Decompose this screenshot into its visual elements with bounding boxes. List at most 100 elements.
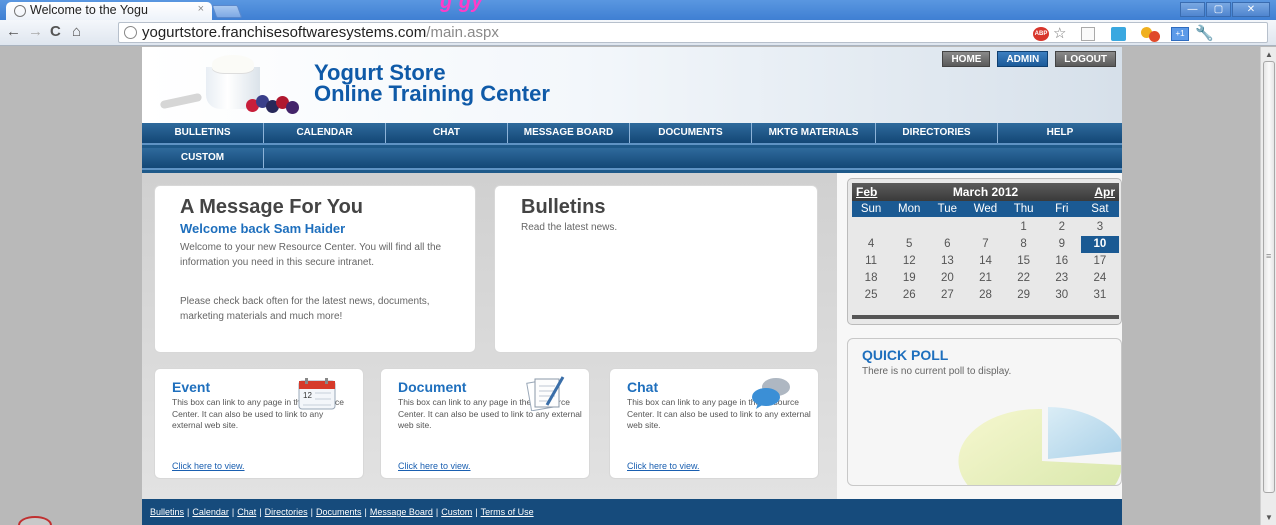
address-bar[interactable]: yogurtstore.franchisesoftwaresystems.com… xyxy=(118,22,1268,43)
calendar-day[interactable]: 4 xyxy=(852,236,890,253)
calendar-day[interactable]: 8 xyxy=(1005,236,1043,253)
weekday-label: Mon xyxy=(898,203,921,215)
calendar-day[interactable]: 7 xyxy=(966,236,1004,253)
footer-link[interactable]: Terms of Use xyxy=(481,507,534,517)
calendar-day[interactable]: 14 xyxy=(966,253,1004,270)
calendar-day[interactable]: 18 xyxy=(852,270,890,287)
calendar-day[interactable]: 15 xyxy=(1005,253,1043,270)
calendar-grid: 1 2 3 4 5 6 7 8 9 10 11 12 13 14 15 16 17 18 19 20 21 22 23 24 2… xyxy=(852,219,1119,304)
calendar-day[interactable]: 1 xyxy=(1005,219,1043,236)
document-title[interactable]: Document xyxy=(398,379,466,395)
calendar-day[interactable]: 13 xyxy=(928,253,966,270)
nav-chat[interactable]: CHAT xyxy=(386,123,508,143)
footer-link[interactable]: Calendar xyxy=(192,507,229,517)
nav-mktg-materials[interactable]: MKTG MATERIALS xyxy=(752,123,876,143)
footer-link[interactable]: Documents xyxy=(316,507,362,517)
browser-tab[interactable]: Welcome to the Yogu × xyxy=(6,2,212,20)
calendar-day[interactable]: 17 xyxy=(1081,253,1119,270)
logout-link[interactable]: LOGOUT xyxy=(1055,51,1116,67)
maximize-button[interactable]: ▢ xyxy=(1206,2,1231,17)
extension-chat-icon[interactable] xyxy=(1111,27,1126,41)
document-box[interactable]: Document This box can link to any page i… xyxy=(380,368,590,479)
calendar-empty-cell xyxy=(928,219,966,236)
footer-link[interactable]: Custom xyxy=(441,507,472,517)
calendar-day[interactable]: 9 xyxy=(1043,236,1081,253)
event-title[interactable]: Event xyxy=(172,379,210,395)
footer-link[interactable]: Chat xyxy=(237,507,256,517)
nav-bulletins[interactable]: BULLETINS xyxy=(142,123,264,143)
document-link[interactable]: Click here to view. xyxy=(398,461,471,471)
page-scrollbar[interactable]: ▲ ≡ ▼ xyxy=(1260,47,1276,525)
calendar-day[interactable]: 22 xyxy=(1005,270,1043,287)
calendar-day[interactable]: 16 xyxy=(1043,253,1081,270)
calendar-day[interactable]: 11 xyxy=(852,253,890,270)
event-link[interactable]: Click here to view. xyxy=(172,461,245,471)
nav-calendar[interactable]: CALENDAR xyxy=(264,123,386,143)
chat-link[interactable]: Click here to view. xyxy=(627,461,700,471)
home-icon[interactable]: ⌂ xyxy=(72,23,81,40)
calendar-footer-bar xyxy=(852,315,1119,319)
extension-blank-icon[interactable] xyxy=(1081,27,1095,41)
poll-title: QUICK POLL xyxy=(862,347,949,363)
main-nav: BULLETINS CALENDAR CHAT MESSAGE BOARD DO… xyxy=(142,123,1122,173)
page-info-icon[interactable] xyxy=(124,26,137,39)
footer-separator: | xyxy=(475,507,478,517)
footer-link[interactable]: Message Board xyxy=(370,507,433,517)
calendar-day[interactable]: 10 xyxy=(1080,236,1119,253)
nav-documents[interactable]: DOCUMENTS xyxy=(630,123,752,143)
forward-arrow-icon[interactable]: → xyxy=(28,23,43,40)
calendar-day[interactable]: 23 xyxy=(1043,270,1081,287)
minimize-button[interactable]: — xyxy=(1180,2,1205,17)
calendar-day[interactable]: 21 xyxy=(966,270,1004,287)
calendar-day[interactable]: 31 xyxy=(1081,287,1119,304)
scrollbar-thumb[interactable] xyxy=(1263,61,1275,493)
calendar-day[interactable]: 30 xyxy=(1043,287,1081,304)
calendar-day[interactable]: 6 xyxy=(928,236,966,253)
footer-separator: | xyxy=(435,507,439,517)
extension-plus-icon[interactable]: +1 xyxy=(1171,27,1189,41)
calendar-day[interactable]: 3 xyxy=(1081,219,1119,236)
calendar-day[interactable]: 24 xyxy=(1081,270,1119,287)
chat-box[interactable]: Chat This box can link to any page in th… xyxy=(609,368,819,479)
calendar-day[interactable]: 5 xyxy=(890,236,928,253)
scroll-up-arrow-icon[interactable]: ▲ xyxy=(1265,50,1273,59)
calendar-day[interactable]: 20 xyxy=(928,270,966,287)
bulletins-heading[interactable]: Bulletins xyxy=(521,196,605,219)
nav-directories[interactable]: DIRECTORIES xyxy=(876,123,998,143)
calendar-day[interactable]: 25 xyxy=(852,287,890,304)
adblock-icon[interactable]: ABP xyxy=(1033,27,1049,41)
calendar-day[interactable]: 26 xyxy=(890,287,928,304)
wrench-menu-icon[interactable]: 🔧 xyxy=(1195,24,1214,42)
event-box[interactable]: Event This box can link to any page in t… xyxy=(154,368,364,479)
extension-coins-icon[interactable] xyxy=(1141,27,1163,42)
calendar-day[interactable]: 19 xyxy=(890,270,928,287)
footer-separator: | xyxy=(259,507,262,517)
nav-custom[interactable]: CUSTOM xyxy=(142,148,264,168)
calendar-day[interactable]: 12 xyxy=(890,253,928,270)
url-text[interactable]: yogurtstore.franchisesoftwaresystems.com… xyxy=(142,24,499,41)
close-window-button[interactable]: ✕ xyxy=(1232,2,1270,17)
calendar-day[interactable]: 29 xyxy=(1005,287,1043,304)
nav-message-board[interactable]: MESSAGE BOARD xyxy=(508,123,630,143)
calendar-day[interactable]: 2 xyxy=(1043,219,1081,236)
bulletins-text: Read the latest news. xyxy=(521,222,618,233)
tab-close-icon[interactable]: × xyxy=(198,3,204,15)
chat-title[interactable]: Chat xyxy=(627,379,658,395)
admin-link[interactable]: ADMIN xyxy=(997,51,1049,67)
calendar-day[interactable]: 27 xyxy=(928,287,966,304)
nav-help[interactable]: HELP xyxy=(998,123,1122,143)
calendar-next-link[interactable]: Apr xyxy=(1094,185,1115,199)
calendar-empty-cell xyxy=(852,219,890,236)
footer-link[interactable]: Directories xyxy=(265,507,308,517)
site-title[interactable]: Yogurt Store Online Training Center xyxy=(314,62,550,105)
start-orb-icon[interactable] xyxy=(18,516,52,525)
scroll-down-arrow-icon[interactable]: ▼ xyxy=(1265,513,1273,522)
content-area: A Message For You Welcome back Sam Haide… xyxy=(142,173,1122,499)
new-tab-button[interactable] xyxy=(211,5,243,18)
footer-link[interactable]: Bulletins xyxy=(150,507,184,517)
back-arrow-icon[interactable]: ← xyxy=(6,23,21,40)
calendar-day[interactable]: 28 xyxy=(966,287,1004,304)
home-link[interactable]: HOME xyxy=(942,51,991,67)
reload-icon[interactable]: C xyxy=(50,23,61,40)
bookmark-star-icon[interactable]: ☆ xyxy=(1053,24,1066,42)
